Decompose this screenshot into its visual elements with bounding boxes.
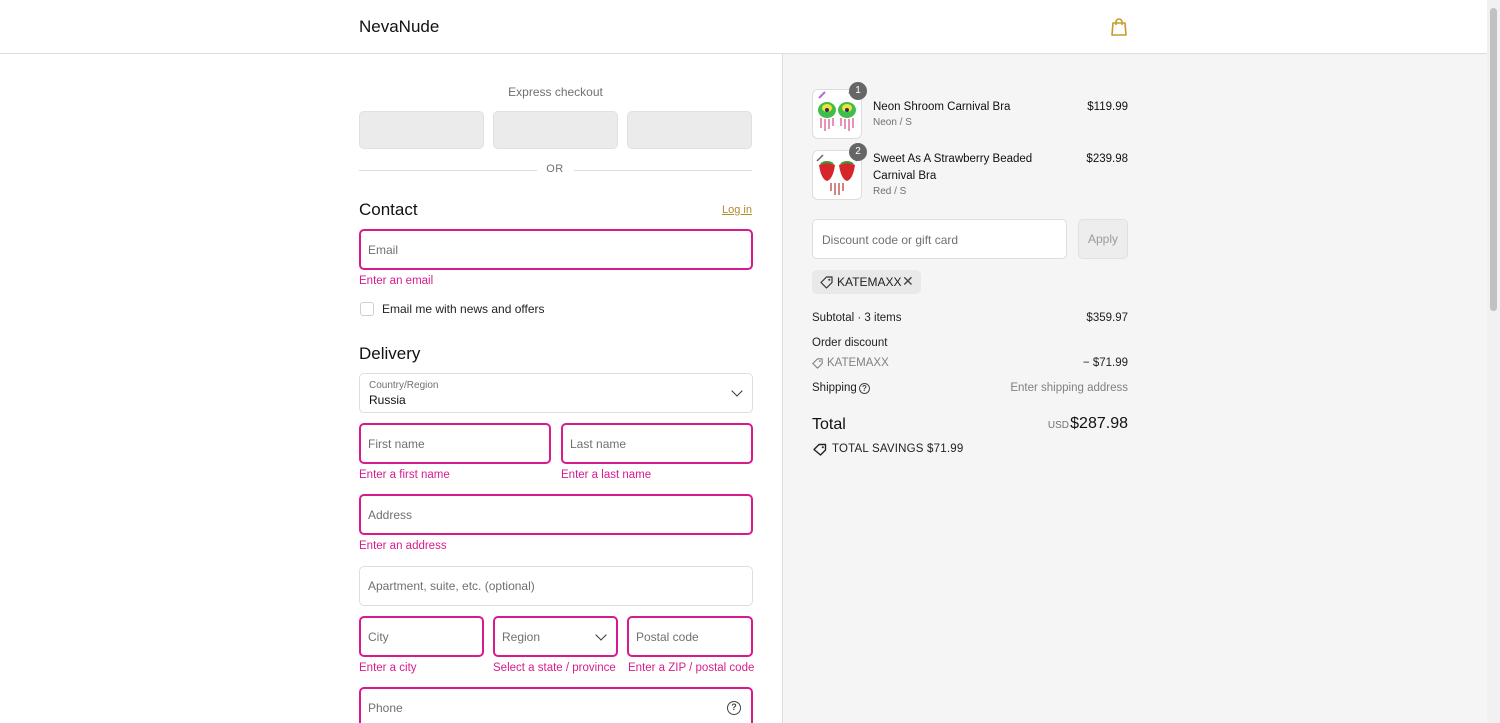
page-scrollbar[interactable] <box>1487 0 1500 723</box>
newsletter-checkbox[interactable] <box>360 302 374 316</box>
city-placeholder: City <box>368 629 389 644</box>
postal-code-error: Enter a ZIP / postal code <box>628 662 755 674</box>
site-header: NevaNude <box>0 0 1487 54</box>
region-placeholder: Region <box>502 629 541 644</box>
applied-discount-chip: KATEMAXX ✕ <box>812 270 921 294</box>
postal-code-field[interactable]: Postal code <box>627 616 753 657</box>
phone-field[interactable]: Phone ? <box>359 687 753 723</box>
product-thumbnail: 1 <box>812 82 867 139</box>
country-value: Russia <box>369 393 406 407</box>
discount-code-input[interactable]: Discount code or gift card <box>812 219 1067 259</box>
tag-icon <box>820 276 833 289</box>
product-price: $239.98 <box>1086 153 1128 165</box>
discount-code-label: KATEMAXX <box>827 357 889 369</box>
contact-heading: Contact <box>359 200 418 219</box>
last-name-placeholder: Last name <box>570 436 627 451</box>
login-link[interactable]: Log in <box>722 204 752 216</box>
product-name: Sweet As A Strawberry Beaded Carnival Br… <box>873 153 1033 182</box>
product-thumbnail: 2 <box>812 143 867 200</box>
city-field[interactable]: City <box>359 616 484 657</box>
apartment-placeholder: Apartment, suite, etc. (optional) <box>368 579 535 593</box>
address-field[interactable]: Address <box>359 494 753 535</box>
total-label: Total <box>812 416 846 433</box>
product-variant: Neon / S <box>873 117 912 128</box>
email-error: Enter an email <box>359 275 434 287</box>
scrollbar-thumb[interactable] <box>1490 8 1497 311</box>
chevron-down-icon <box>731 385 743 397</box>
chevron-down-icon <box>595 628 607 641</box>
divider <box>574 170 752 171</box>
express-pay-button-1[interactable] <box>359 111 484 149</box>
discount-placeholder: Discount code or gift card <box>822 233 959 247</box>
tag-icon <box>812 358 823 369</box>
first-name-field[interactable]: First name <box>359 423 551 464</box>
total-value: $287.98 <box>1070 415 1128 432</box>
total-savings: TOTAL SAVINGS $71.99 <box>832 443 964 455</box>
product-name: Neon Shroom Carnival Bra <box>873 101 1011 113</box>
help-icon[interactable]: ? <box>727 700 741 715</box>
product-price: $119.99 <box>1087 101 1128 113</box>
address-placeholder: Address <box>368 507 413 522</box>
country-label: Country/Region <box>369 380 439 391</box>
newsletter-label: Email me with news and offers <box>382 302 545 316</box>
shipping-value: Enter shipping address <box>1010 382 1128 394</box>
subtotal-label: Subtotal · 3 items <box>812 312 902 324</box>
shipping-label: Shipping <box>812 382 857 394</box>
quantity-badge: 2 <box>849 143 867 161</box>
applied-code: KATEMAXX <box>837 275 902 289</box>
phone-placeholder: Phone <box>368 700 403 715</box>
order-discount-label: Order discount <box>812 337 888 349</box>
savings-tag-icon <box>813 443 827 456</box>
discount-value: − $71.99 <box>1082 357 1128 369</box>
last-name-field[interactable]: Last name <box>561 423 753 464</box>
or-divider-text: OR <box>546 163 564 175</box>
country-select[interactable]: Country/Region Russia <box>359 373 753 413</box>
total-currency: USD <box>1047 420 1069 431</box>
express-pay-button-2[interactable] <box>493 111 618 149</box>
city-error: Enter a city <box>359 662 417 674</box>
region-error: Select a state / province <box>493 662 616 674</box>
email-field[interactable]: Email <box>359 229 753 270</box>
apartment-field[interactable]: Apartment, suite, etc. (optional) <box>359 566 753 606</box>
close-icon[interactable]: ✕ <box>902 273 914 290</box>
delivery-heading: Delivery <box>359 344 421 363</box>
address-error: Enter an address <box>359 540 447 552</box>
quantity-badge: 1 <box>849 82 867 100</box>
postal-code-placeholder: Postal code <box>636 629 699 644</box>
product-variant: Red / S <box>873 186 907 197</box>
subtotal-value: $359.97 <box>1086 312 1128 324</box>
first-name-error: Enter a first name <box>359 469 450 481</box>
brand-logo[interactable]: NevaNude <box>359 17 439 37</box>
help-icon[interactable]: ? <box>859 383 870 394</box>
region-select[interactable]: Region <box>493 616 618 657</box>
apply-discount-button[interactable]: Apply <box>1078 219 1128 259</box>
express-pay-button-3[interactable] <box>627 111 752 149</box>
divider <box>359 170 537 171</box>
shopping-bag-icon[interactable] <box>1110 17 1128 37</box>
first-name-placeholder: First name <box>368 436 425 451</box>
last-name-error: Enter a last name <box>561 469 652 481</box>
email-placeholder: Email <box>368 242 399 257</box>
express-checkout-label: Express checkout <box>508 85 603 99</box>
